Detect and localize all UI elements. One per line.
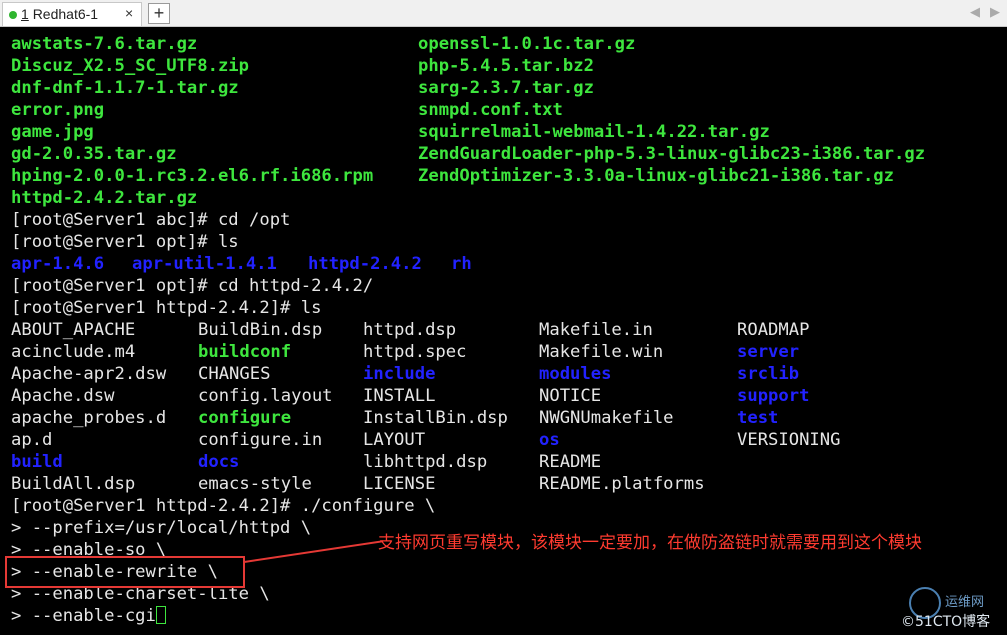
- annotation-text: 支持网页重写模块，该模块一定要加，在做防盗链时就需要用到这个模块: [378, 533, 922, 553]
- scroll-left-icon[interactable]: ◀: [970, 4, 980, 20]
- connection-status-icon: [9, 11, 17, 19]
- terminal-line: Apache-apr2.dsw CHANGES include modules …: [11, 364, 800, 384]
- terminal-line: BuildAll.dsp emacs-style LICENSE README.…: [11, 474, 705, 494]
- close-tab-icon[interactable]: ×: [125, 5, 133, 21]
- new-tab-button[interactable]: +: [148, 3, 170, 24]
- cursor: [155, 606, 166, 624]
- command-line: > --prefix=/usr/local/httpd \: [11, 518, 312, 538]
- highlight-box: [5, 556, 245, 588]
- command-line: [root@Server1 abc]# cd /opt: [11, 210, 291, 230]
- watermark-bottom-text: ©51CTO博客: [901, 614, 991, 630]
- terminal-line: Apache.dsw config.layout INSTALL NOTICE …: [11, 386, 810, 406]
- command-line: [root@Server1 opt]# cd httpd-2.4.2/: [11, 276, 374, 296]
- scroll-right-icon[interactable]: ▶: [990, 4, 1000, 20]
- terminal-line: ABOUT_APACHE BuildBin.dsp httpd.dsp Make…: [11, 320, 810, 340]
- terminal-line: acinclude.m4 buildconf httpd.spec Makefi…: [11, 342, 800, 362]
- terminal-line: apr-1.4.6 apr-util-1.4.1 httpd-2.4.2 rh: [11, 254, 472, 274]
- watermark-top-text: 运维网: [945, 595, 985, 610]
- command-line: > --enable-cgi: [11, 605, 166, 627]
- terminal-line: build docs libhttpd.dsp README: [11, 452, 602, 472]
- terminal-line: ap.d configure.in LAYOUT os VERSIONING: [11, 430, 841, 450]
- tab-bar: 1 Redhat6-1 × + ◀ ▶: [0, 0, 1007, 27]
- command-line: [root@Server1 httpd-2.4.2]# ls: [11, 298, 322, 318]
- watermark: 运维网 ©51CTO博客: [899, 585, 1004, 633]
- tab-label: 1 Redhat6-1: [21, 6, 99, 22]
- tab-redhat6-1[interactable]: 1 Redhat6-1 ×: [2, 2, 142, 26]
- terminal-line: apache_probes.d configure InstallBin.dsp…: [11, 408, 779, 428]
- command-line: [root@Server1 httpd-2.4.2]# ./configure …: [11, 496, 436, 516]
- command-line: [root@Server1 opt]# ls: [11, 232, 239, 252]
